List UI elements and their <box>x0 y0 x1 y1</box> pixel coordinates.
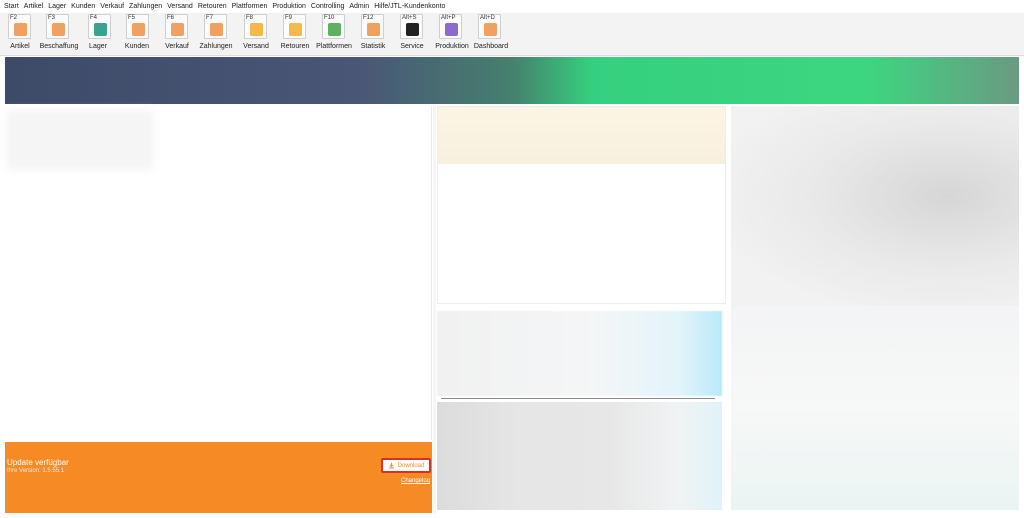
widget-right-top <box>731 106 1019 306</box>
icon-glyph <box>132 23 145 36</box>
menu-item-hilfe-jtl-kundenkonto[interactable]: Hilfe/JTL-Kundenkonto <box>374 0 445 13</box>
ribbon-label: Versand <box>243 43 269 50</box>
menu-item-controlling[interactable]: Controlling <box>311 0 344 13</box>
ribbon-label: Kunden <box>124 43 150 50</box>
icon-glyph <box>484 23 497 36</box>
menu-bar: Start Artikel Lager Kunden Verkauf Zahlungen V… <box>0 0 1024 13</box>
widget-middle-top-header <box>438 107 725 164</box>
download-label: Download <box>397 462 425 469</box>
icon-glyph <box>94 23 107 36</box>
ribbon-label: Statistik <box>360 43 386 50</box>
widget-right-bottom <box>731 306 1019 510</box>
ribbon-label: Beschaffung <box>39 43 79 50</box>
icon-glyph <box>406 23 419 36</box>
shortcut-key: F9 <box>285 15 293 21</box>
menu-item-kunden[interactable]: Kunden <box>71 0 95 13</box>
update-version: Ihre Version: 1.5.55.1 <box>7 468 65 474</box>
dashboard-banner <box>5 57 1019 104</box>
ribbon-label: Verkauf <box>165 43 189 50</box>
download-button[interactable]: Download <box>381 458 431 473</box>
platforms-icon: F10 <box>322 14 345 39</box>
shortcut-key: Alt+S <box>402 15 417 21</box>
menu-item-admin[interactable]: Admin <box>349 0 369 13</box>
procurement-icon: F3 <box>46 14 69 39</box>
production-icon: Alt+P <box>439 14 462 39</box>
ribbon-label: Retouren <box>280 43 310 50</box>
ribbon-label: Lager <box>89 43 107 50</box>
icon-glyph <box>52 23 65 36</box>
payments-icon: F7 <box>204 14 227 39</box>
icon-glyph <box>328 23 341 36</box>
sales-icon: F6 <box>165 14 188 39</box>
changelog-link[interactable]: Changelog <box>401 478 430 484</box>
returns-icon: F9 <box>283 14 306 39</box>
ribbon-label: Dashboard <box>473 43 509 50</box>
shortcut-key: F5 <box>128 15 136 21</box>
shortcut-key: F6 <box>167 15 175 21</box>
icon-glyph <box>14 23 27 36</box>
menu-item-produktion[interactable]: Produktion <box>272 0 305 13</box>
menu-item-versand[interactable]: Versand <box>167 0 193 13</box>
icon-glyph <box>210 23 223 36</box>
widget-middle-center <box>437 311 722 396</box>
shipping-icon: F8 <box>244 14 267 39</box>
widget-separator <box>441 398 715 399</box>
ribbon-label: Produktion <box>435 43 469 50</box>
warehouse-icon: F4 <box>88 14 111 39</box>
icon-glyph <box>289 23 302 36</box>
shortcut-key: F7 <box>206 15 214 21</box>
ribbon-label: Plattformen <box>316 43 352 50</box>
update-title: Update verfügbar <box>7 458 69 467</box>
menu-item-artikel[interactable]: Artikel <box>24 0 43 13</box>
app-window: Start Artikel Lager Kunden Verkauf Zahlungen V… <box>0 0 1024 518</box>
menu-item-verkauf[interactable]: Verkauf <box>100 0 124 13</box>
shortcut-key: F4 <box>90 15 98 21</box>
ribbon-label: Service <box>400 43 424 50</box>
shortcut-key: Alt+D <box>480 15 495 21</box>
download-icon <box>388 462 394 469</box>
shortcut-key: Alt+P <box>441 15 456 21</box>
customers-icon: F5 <box>126 14 149 39</box>
shortcut-key: F2 <box>10 15 18 21</box>
widget-right <box>731 106 1019 510</box>
menu-item-plattformen[interactable]: Plattformen <box>232 0 268 13</box>
icon-glyph <box>171 23 184 36</box>
shortcut-key: F3 <box>48 15 56 21</box>
shortcut-key: F12 <box>363 15 374 21</box>
widget-left <box>5 106 432 440</box>
menu-item-zahlungen[interactable]: Zahlungen <box>129 0 162 13</box>
ribbon-toolbar: F2 Artikel F3 Beschaffung F4 Lager F5 Kunden F6 V… <box>0 13 1024 56</box>
menu-item-start[interactable]: Start <box>4 0 19 13</box>
update-panel: Update verfügbar Ihre Version: 1.5.55.1 … <box>5 442 432 513</box>
icon-glyph <box>250 23 263 36</box>
menu-item-lager[interactable]: Lager <box>48 0 66 13</box>
widget-middle-top <box>437 106 726 304</box>
service-icon: Alt+S <box>400 14 423 39</box>
icon-glyph <box>367 23 380 36</box>
shortcut-key: F8 <box>246 15 254 21</box>
widget-left-header <box>7 110 153 170</box>
icon-glyph <box>445 23 458 36</box>
article-icon: F2 <box>8 14 31 39</box>
panel-divider <box>433 106 436 514</box>
ribbon-label: Artikel <box>10 43 30 50</box>
statistics-icon: F12 <box>361 14 384 39</box>
widget-middle-bottom <box>437 402 722 510</box>
dashboard-icon: Alt+D <box>478 14 501 39</box>
ribbon-label: Zahlungen <box>199 43 233 50</box>
menu-item-retouren[interactable]: Retouren <box>198 0 227 13</box>
shortcut-key: F10 <box>324 15 335 21</box>
